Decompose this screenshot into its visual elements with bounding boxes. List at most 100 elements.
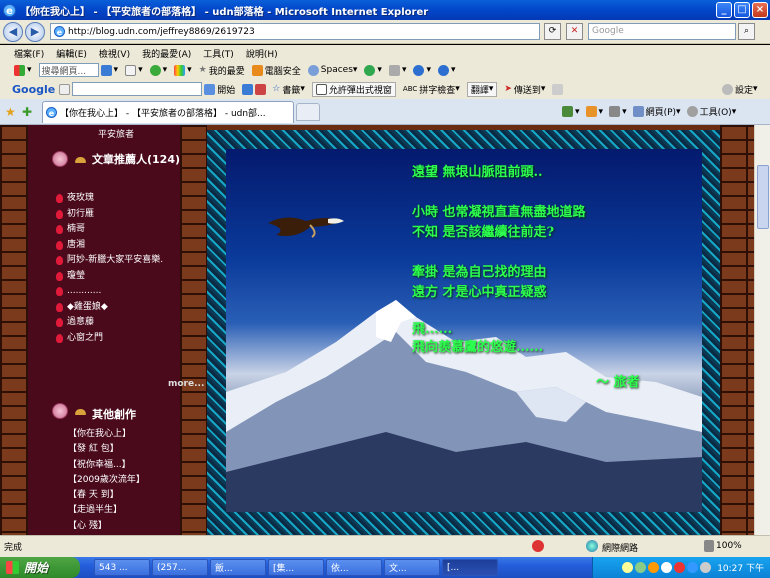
favorites-button[interactable]: ★ 我的最愛 — [199, 64, 245, 77]
taskbar-item[interactable]: [集... — [268, 559, 324, 576]
favorites-center-icon[interactable]: ★ — [5, 105, 16, 119]
stop-button[interactable]: ✕ — [566, 23, 583, 40]
print-icon[interactable] — [609, 106, 621, 117]
list-item[interactable]: 過意藤 — [56, 315, 163, 331]
scrollbar-thumb[interactable] — [757, 165, 769, 229]
list-item[interactable]: 心窗之門 — [56, 331, 163, 347]
translate-button[interactable]: 翻譯 ▾ — [466, 81, 498, 97]
send-icon: ➤ — [504, 84, 512, 94]
list-item[interactable]: 【2009歲次流年】 — [68, 473, 145, 488]
tools-menu[interactable]: 工具(O) — [700, 105, 732, 118]
close-button[interactable]: × — [752, 2, 768, 18]
tab-current[interactable]: e 【你在我心上】 - 【平安旅者の部落格】 - udn部... — [42, 101, 294, 123]
tools-menu-icon — [686, 106, 698, 117]
taskbar-item[interactable]: 543 ... — [94, 559, 150, 576]
list-item[interactable]: 【走過半生】 — [68, 503, 145, 518]
page-menu[interactable]: 網頁(P) — [646, 105, 676, 118]
rss-icon[interactable]: ▾ — [388, 64, 406, 76]
list-item[interactable]: 【祝你幸福...】 — [68, 458, 145, 473]
feeds-icon[interactable] — [585, 106, 597, 117]
menu-help[interactable]: 說明(H) — [246, 47, 278, 60]
vertical-scrollbar[interactable] — [754, 125, 770, 535]
list-item[interactable]: 楠哥 — [56, 222, 163, 238]
page-menu-icon — [632, 106, 644, 117]
maximize-button[interactable]: □ — [734, 2, 750, 18]
popup-blocker-button[interactable]: 允許彈出式視窗 — [311, 81, 396, 97]
more-link[interactable]: more... — [168, 379, 204, 389]
address-input[interactable]: e http://blog.udn.com/jeffrey8869/261972… — [50, 23, 540, 40]
taskbar-item[interactable]: 依... — [326, 559, 382, 576]
list-item[interactable]: 阿妙-新臘大家平安喜樂. — [56, 253, 163, 269]
status-text: 完成 — [4, 543, 23, 553]
bookmarks-button[interactable]: ☆ 書籤 ▾ — [272, 83, 305, 96]
list-item[interactable]: 【心 殘】 — [68, 519, 145, 534]
minimize-button[interactable]: _ — [716, 2, 732, 18]
tray-icon[interactable] — [687, 562, 699, 573]
google-g-icon[interactable] — [59, 83, 71, 95]
tray-icon[interactable] — [635, 562, 647, 573]
add-favorite-icon[interactable]: ✚ — [22, 105, 32, 119]
tray-icon[interactable] — [622, 562, 634, 573]
list-item[interactable]: 瓊瑩 — [56, 269, 163, 285]
toolbar-search-input[interactable]: 搜尋網頁... — [38, 63, 99, 77]
tray-icon[interactable] — [661, 562, 673, 573]
zoom-level[interactable]: 100% — [716, 541, 742, 551]
menu-view[interactable]: 檢視(V) — [99, 47, 130, 60]
shield-icon — [251, 64, 263, 76]
security-button[interactable]: 電腦安全 — [251, 64, 301, 77]
window-title-bar[interactable]: e 【你在我心上】 - 【平安旅者の部落格】 - udn部落格 - Micros… — [0, 0, 770, 20]
menu-file[interactable]: 檔案(F) — [14, 47, 44, 60]
clock[interactable]: 10:27 下午 — [717, 561, 764, 574]
google-search-input[interactable]: Google — [588, 23, 736, 40]
refresh-button[interactable]: ⟳ — [544, 23, 561, 40]
menu-favorites[interactable]: 我的最愛(A) — [142, 47, 191, 60]
other-works-title: 其他創作 — [92, 408, 136, 421]
search-icon[interactable]: ▾ — [100, 64, 118, 76]
tray-icon[interactable] — [674, 562, 686, 573]
spellcheck-button[interactable]: ABC 拼字檢查 ▾ — [403, 83, 460, 96]
info-icon[interactable]: ▾ — [413, 64, 431, 76]
list-item[interactable]: 【你在我心上】 — [68, 427, 145, 442]
other-works-list: 【你在我心上】 【發 紅 包】 【祝你幸福...】 【2009歲次流年】 【春 … — [68, 427, 145, 534]
page-icon: e — [54, 26, 65, 37]
home-icon[interactable] — [562, 106, 573, 117]
list-item[interactable]: 【發 紅 包】 — [68, 442, 145, 457]
google-toolbar-input[interactable] — [72, 82, 203, 96]
settings-button[interactable]: 設定 ▾ — [722, 83, 758, 96]
help-icon[interactable]: ▾ — [438, 64, 456, 76]
list-item[interactable]: ............ — [56, 284, 163, 300]
windows-flag-icon[interactable]: ▾ — [14, 64, 32, 76]
taskbar-item[interactable]: (257... — [152, 559, 208, 576]
taskbar-item-active[interactable]: [... — [442, 559, 498, 576]
list-item[interactable]: 夜玫瑰 — [56, 191, 163, 207]
list-item[interactable]: 【春 天 到】 — [68, 488, 145, 503]
mail-icon[interactable]: ▾ — [125, 64, 143, 76]
list-item[interactable]: 唐湘 — [56, 238, 163, 254]
back-button[interactable]: ◀ — [3, 22, 23, 42]
list-item[interactable]: 初行雁 — [56, 207, 163, 223]
search-go-button[interactable]: ⌕ — [738, 23, 755, 40]
google-search-button[interactable]: 開始 — [204, 83, 235, 96]
new-tab-button[interactable] — [296, 103, 320, 121]
taskbar-item[interactable]: 飯... — [210, 559, 266, 576]
taskbar-item[interactable]: 文... — [384, 559, 440, 576]
butterfly-icon[interactable]: ▾ — [174, 64, 192, 76]
add-icon[interactable]: ▾ — [149, 64, 167, 76]
volume-icon[interactable] — [700, 562, 712, 573]
start-button[interactable]: 開始 — [0, 557, 80, 578]
blocked-icon[interactable] — [532, 540, 544, 552]
forward-button[interactable]: ▶ — [25, 22, 45, 42]
messenger-icon[interactable]: ▾ — [364, 64, 382, 76]
web-icon[interactable] — [242, 83, 254, 95]
menu-tools[interactable]: 工具(T) — [203, 47, 234, 60]
list-item[interactable]: ◆雞蛋娘◆ — [56, 300, 163, 316]
tray-icon[interactable] — [648, 562, 660, 573]
windows-logo-icon — [6, 561, 19, 574]
spaces-button[interactable]: Spaces ▾ — [307, 64, 357, 76]
send-to-button[interactable]: ➤ 傳送到 ▾ — [504, 83, 545, 96]
spaces-icon — [307, 64, 319, 76]
pencil-icon[interactable] — [552, 83, 564, 95]
pagerank-icon[interactable] — [255, 83, 267, 95]
menu-edit[interactable]: 編輯(E) — [56, 47, 87, 60]
eagle-icon — [268, 217, 344, 238]
